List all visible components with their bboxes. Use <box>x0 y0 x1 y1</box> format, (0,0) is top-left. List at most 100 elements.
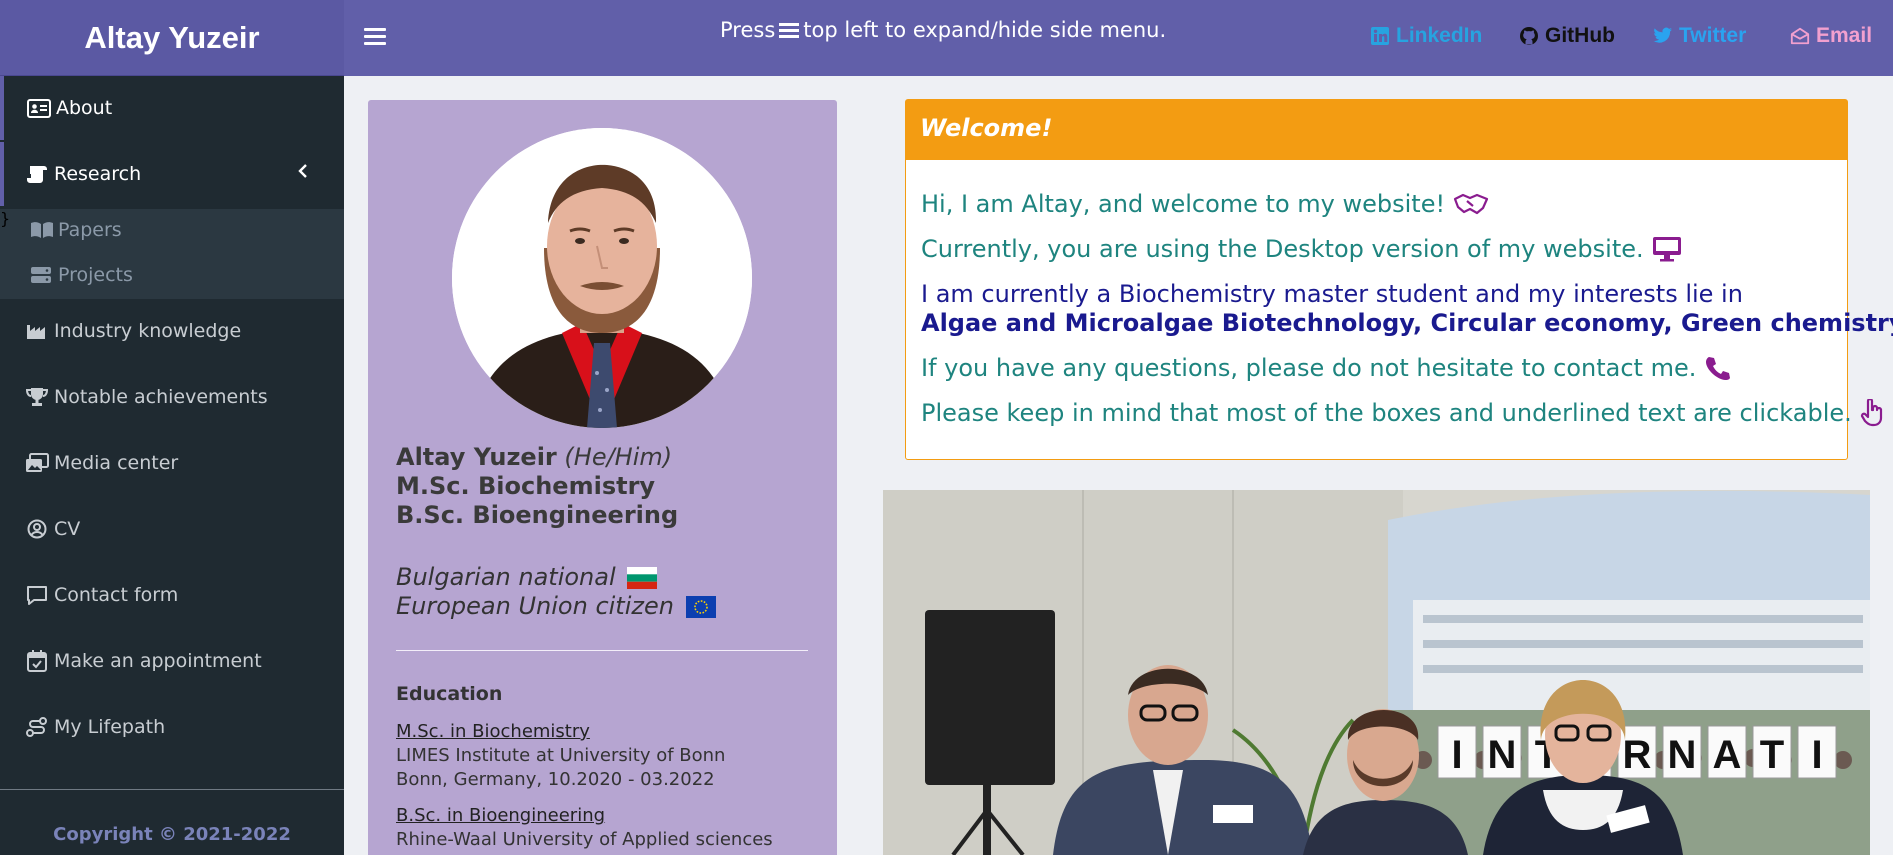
handshake-icon <box>1453 193 1489 215</box>
education-degree-link[interactable]: B.Sc. in Bioengineering <box>396 804 773 828</box>
menu-hint-before: Press <box>720 18 776 42</box>
sidebar-item-label: Contact form <box>54 584 179 606</box>
education-entry: B.Sc. in Bioengineering Rhine-Waal Unive… <box>396 804 773 852</box>
profile-degree-1: M.Sc. Biochemistry <box>396 472 656 500</box>
interests-text: Algae and Microalgae Biotechnology, Circ… <box>921 309 1893 337</box>
copyright: Copyright © 2021-2022 <box>53 824 291 845</box>
sidebar-item-label: Notable achievements <box>54 386 268 408</box>
envelope-open-icon <box>1790 26 1810 46</box>
svg-text:I: I <box>1811 733 1822 777</box>
welcome-line-text: Hi, I am Altay, and welcome to my websit… <box>921 190 1446 218</box>
svg-text:R: R <box>1623 733 1652 777</box>
welcome-line: Please keep in mind that most of the box… <box>921 399 1884 427</box>
welcome-title: Welcome! <box>906 100 1847 160</box>
sidebar-item-contact[interactable]: Contact form <box>0 563 344 627</box>
bulgaria-flag-icon <box>627 567 658 589</box>
profile-degree-2: B.Sc. Bioengineering <box>396 501 679 529</box>
sidebar-item-label: Make an appointment <box>54 650 262 672</box>
research-submenu: Papers Projects } <box>0 209 344 299</box>
github-label: GitHub <box>1545 24 1615 47</box>
welcome-line: Hi, I am Altay, and welcome to my websit… <box>921 190 1489 218</box>
sidebar-divider <box>0 789 344 790</box>
top-navbar: Altay Yuzeir Press top left to expand/hi… <box>0 0 1893 76</box>
profile-divider <box>396 650 808 651</box>
menu-hint-after: top left to expand/hide side menu. <box>803 18 1167 42</box>
profile-name: Altay Yuzeir <box>396 443 557 471</box>
sidebar-item-label: Industry knowledge <box>54 320 242 342</box>
avatar <box>452 128 752 428</box>
photo-video-icon <box>24 452 50 474</box>
education-institution: Rhine-Waal University of Applied science… <box>396 829 773 850</box>
sidebar-item-cv[interactable]: CV <box>0 497 344 561</box>
eu-flag-icon <box>685 596 716 618</box>
id-card-icon <box>26 97 52 119</box>
welcome-line-text: Currently, you are using the Desktop ver… <box>921 235 1644 263</box>
svg-text:A: A <box>1713 733 1742 777</box>
feature-photo[interactable]: I N T E R N A T I <box>883 490 1870 855</box>
sidebar-item-label: About <box>56 97 113 119</box>
education-heading: Education <box>396 683 503 705</box>
sidebar-item-papers[interactable]: Papers <box>30 219 122 241</box>
education-degree-link[interactable]: M.Sc. in Biochemistry <box>396 720 725 744</box>
nationality-text: Bulgarian national <box>396 563 616 591</box>
welcome-card[interactable]: Welcome! Hi, I am Altay, and welcome to … <box>905 99 1893 460</box>
svg-text:I: I <box>1451 733 1462 777</box>
industry-icon <box>24 320 50 342</box>
sidebar-item-label: CV <box>54 518 81 540</box>
github-icon <box>1519 26 1539 46</box>
education-place-date: Bonn, Germany, 10.2020 - 03.2022 <box>396 769 715 790</box>
sidebar-item-appointment[interactable]: Make an appointment <box>0 629 344 693</box>
menu-hint: Press top left to expand/hide side menu. <box>720 18 1166 42</box>
sidebar-item-media[interactable]: Media center <box>0 431 344 495</box>
education-institution: LIMES Institute at University of Bonn <box>396 745 726 766</box>
sidebar-item-industry[interactable]: Industry knowledge <box>0 299 344 363</box>
nationality-block: Bulgarian national European Union citize… <box>396 563 716 621</box>
sidebar-item-label: Papers <box>58 219 122 241</box>
menu-toggle-icon[interactable] <box>362 24 388 50</box>
banner-letters: I N T E R N A T I <box>1451 733 1822 777</box>
scroll-icon <box>24 163 50 185</box>
welcome-line-text: If you have any questions, please do not… <box>921 354 1697 382</box>
welcome-line: If you have any questions, please do not… <box>921 354 1731 382</box>
sidebar-item-label: My Lifepath <box>54 716 166 738</box>
profile-pronouns: (He/Him) <box>564 443 673 471</box>
profile-name-block: Altay Yuzeir (He/Him) M.Sc. Biochemistry… <box>396 443 678 530</box>
linkedin-label: LinkedIn <box>1396 24 1483 47</box>
sidebar-item-label: Media center <box>54 452 179 474</box>
sidebar-item-research[interactable]: Research <box>0 142 344 206</box>
twitter-label: Twitter <box>1679 24 1747 47</box>
mini-hamburger-icon <box>779 20 800 41</box>
user-circle-icon <box>24 518 50 540</box>
twitter-link[interactable]: Twitter <box>1653 24 1746 48</box>
route-icon <box>24 716 50 738</box>
svg-text:N: N <box>1488 733 1517 777</box>
sidebar-item-projects[interactable]: Projects <box>30 264 133 286</box>
citizenship-text: European Union citizen <box>396 592 674 620</box>
book-open-icon <box>30 221 54 239</box>
sidebar-item-label: Projects <box>58 264 133 286</box>
linkedin-link[interactable]: LinkedIn <box>1370 24 1482 48</box>
welcome-line: Algae and Microalgae Biotechnology, Circ… <box>921 309 1893 337</box>
email-label: Email <box>1816 24 1873 47</box>
twitter-icon <box>1653 26 1673 46</box>
email-link[interactable]: Email <box>1790 24 1872 48</box>
server-icon <box>30 266 54 284</box>
site-brand[interactable]: Altay Yuzeir <box>0 0 344 76</box>
phone-icon <box>1704 355 1731 381</box>
welcome-line-text: Please keep in mind that most of the box… <box>921 399 1852 427</box>
github-link[interactable]: GitHub <box>1519 24 1615 48</box>
calendar-check-icon <box>24 650 50 672</box>
svg-text:N: N <box>1668 733 1697 777</box>
sidebar: About Research Papers Projects } Industr… <box>0 76 344 855</box>
sidebar-item-lifepath[interactable]: My Lifepath <box>0 695 344 759</box>
sidebar-item-label: Research <box>54 163 142 185</box>
profile-card: Altay Yuzeir (He/Him) M.Sc. Biochemistry… <box>368 100 837 855</box>
sidebar-item-about[interactable]: About <box>0 76 344 140</box>
sidebar-item-achievements[interactable]: Notable achievements <box>0 365 344 429</box>
education-entry: M.Sc. in Biochemistry LIMES Institute at… <box>396 720 725 792</box>
welcome-line: Currently, you are using the Desktop ver… <box>921 235 1682 263</box>
welcome-line: I am currently a Biochemistry master stu… <box>921 280 1743 308</box>
chevron-left-icon[interactable] <box>296 164 310 178</box>
welcome-line-text: I am currently a Biochemistry master stu… <box>921 280 1743 308</box>
svg-text:T: T <box>1760 733 1784 777</box>
